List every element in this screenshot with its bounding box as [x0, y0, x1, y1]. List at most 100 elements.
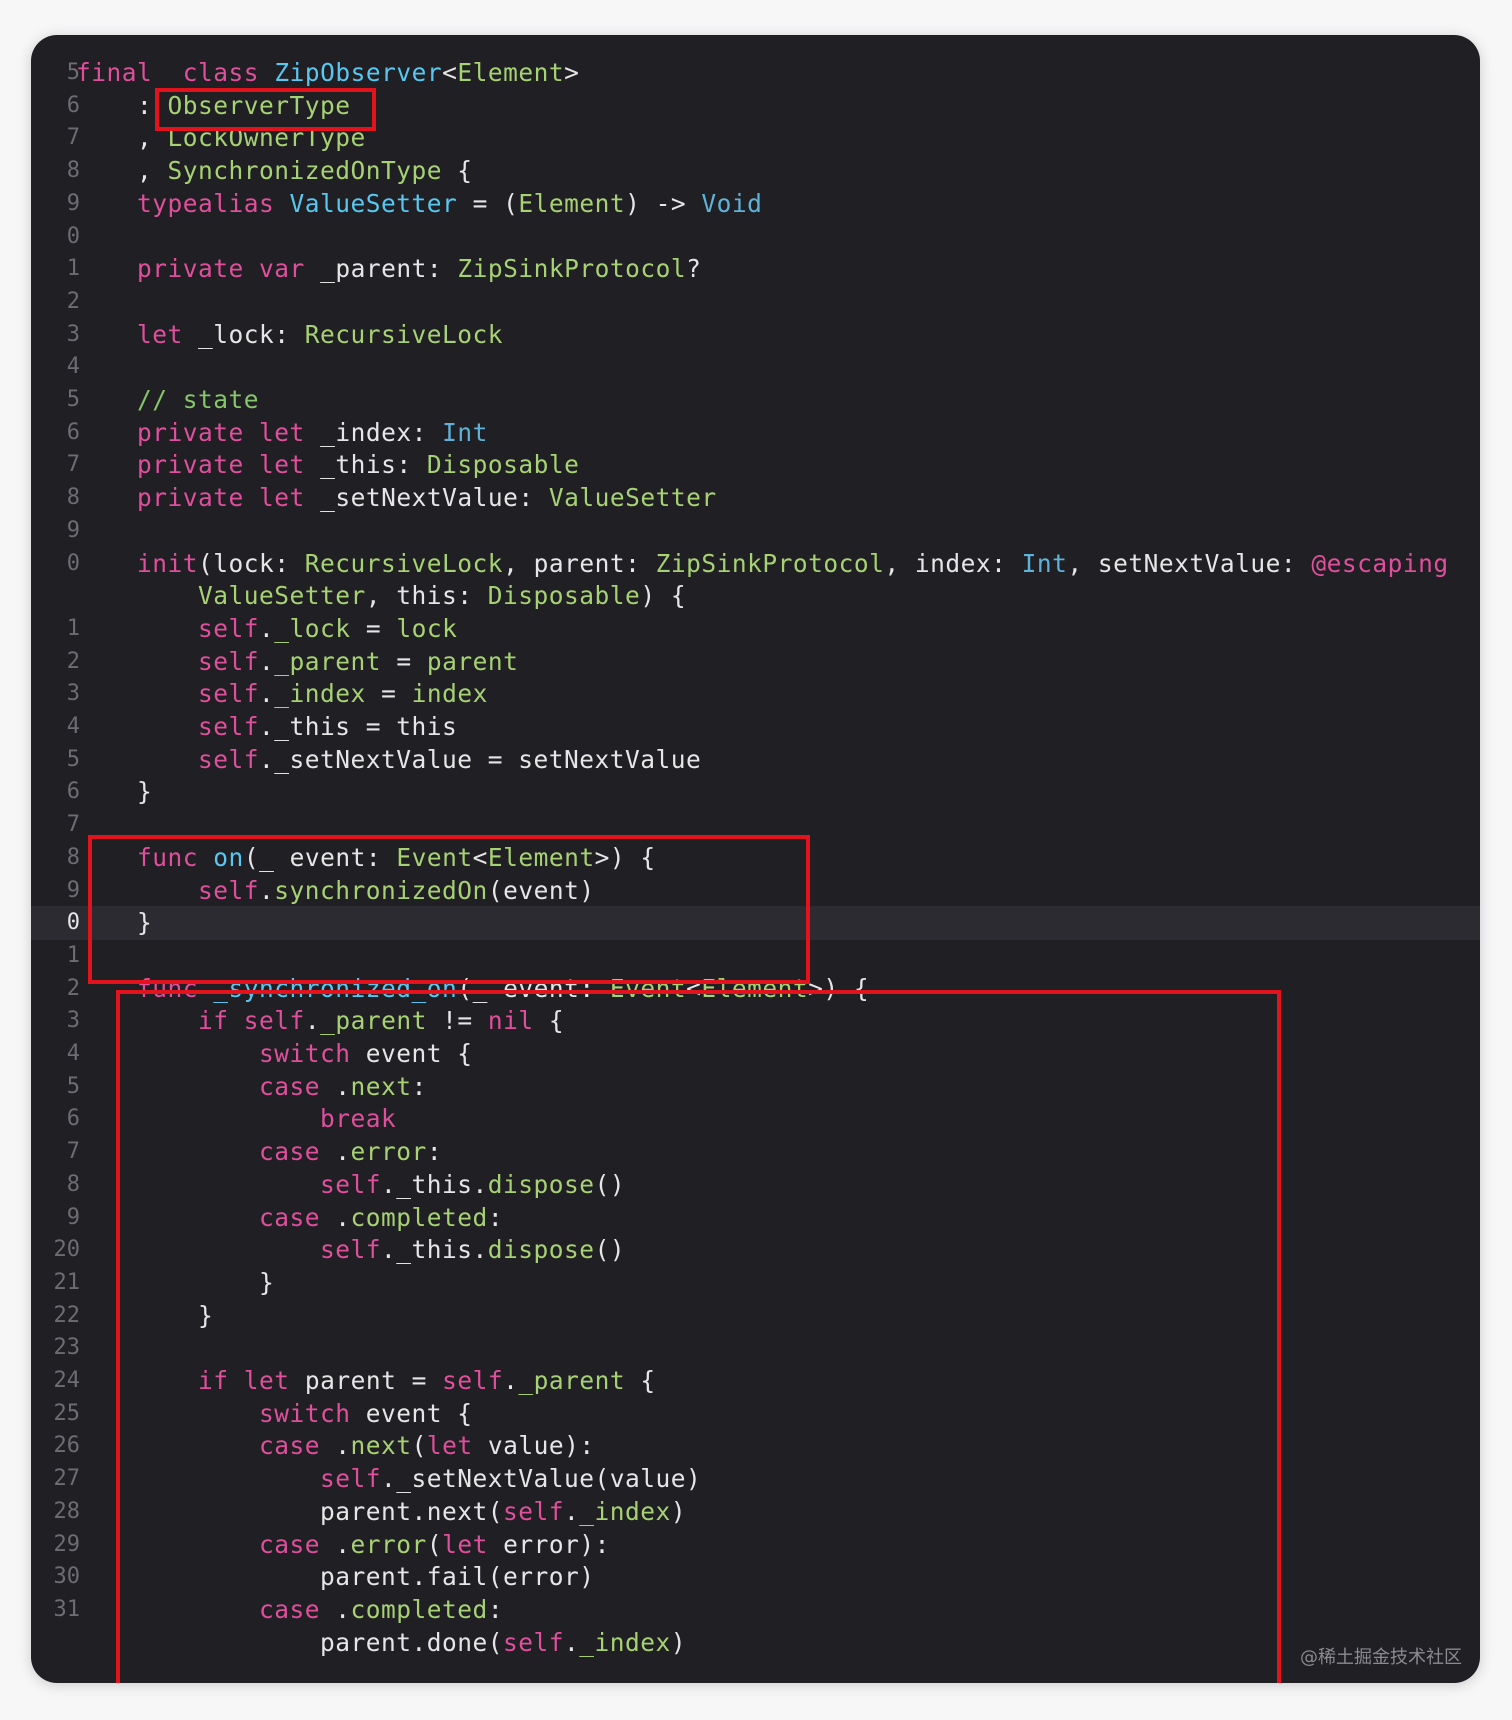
code-token: _this:: [304, 450, 427, 480]
code-line[interactable]: 5 // state: [31, 383, 1480, 417]
line-number[interactable]: 1: [31, 252, 80, 286]
code-line[interactable]: 0: [31, 220, 1480, 254]
code-token: let: [137, 319, 183, 349]
line-number[interactable]: 29: [31, 1528, 81, 1562]
code-line[interactable]: 0 init(lock: RecursiveLock, parent: ZipS…: [31, 547, 1480, 581]
code-line[interactable]: 7 private let _this: Disposable: [31, 448, 1480, 482]
code-line[interactable]: 6 }: [31, 775, 1480, 809]
code-line[interactable]: 2 self._parent = parent: [31, 645, 1480, 679]
line-number[interactable]: 5: [31, 383, 80, 417]
code-line[interactable]: 5 final class ZipObserver<Element>: [31, 56, 1480, 90]
code-token: init: [137, 548, 199, 578]
line-number[interactable]: 1: [31, 612, 80, 646]
code-line[interactable]: ValueSetter, this: Disposable) {: [31, 579, 1480, 613]
code-text: self._parent = parent: [76, 645, 518, 679]
code-line[interactable]: 8 , SynchronizedOnType {: [31, 154, 1480, 188]
code-line[interactable]: 3 self._index = index: [31, 677, 1480, 711]
line-number[interactable]: 7: [31, 121, 80, 155]
line-number[interactable]: 0: [31, 220, 80, 254]
code-line[interactable]: 4 self._this = this: [31, 710, 1480, 744]
line-number[interactable]: 7: [31, 448, 80, 482]
line-number[interactable]: 7: [31, 808, 80, 842]
code-token: index: [411, 679, 488, 709]
code-line[interactable]: 3 let _lock: RecursiveLock: [31, 318, 1480, 352]
code-token: class: [182, 58, 260, 87]
code-token: {: [442, 156, 473, 186]
line-number[interactable]: 27: [31, 1462, 81, 1496]
code-line[interactable]: 1 self._lock = lock: [31, 612, 1480, 646]
line-number[interactable]: 2: [31, 972, 80, 1006]
line-number[interactable]: 3: [31, 1004, 80, 1038]
code-token: @escaping: [1311, 548, 1449, 578]
line-number[interactable]: 28: [31, 1495, 81, 1529]
line-number[interactable]: 23: [31, 1331, 81, 1365]
line-number[interactable]: 5: [31, 743, 80, 777]
code-token: _parent:: [304, 254, 458, 284]
line-number[interactable]: 8: [31, 154, 80, 188]
code-token: ValueSetter: [548, 483, 717, 513]
line-number[interactable]: 6: [31, 416, 80, 450]
code-token: , setNextValue:: [1067, 548, 1312, 578]
line-number[interactable]: 9: [31, 514, 80, 548]
code-token: =: [381, 646, 427, 676]
line-number[interactable]: 3: [31, 318, 80, 352]
line-number[interactable]: 6: [31, 775, 80, 809]
line-number[interactable]: 6: [31, 89, 80, 123]
line-number[interactable]: 4: [31, 710, 80, 744]
line-number[interactable]: 9: [31, 874, 80, 908]
code-line[interactable]: 2: [31, 285, 1480, 319]
line-number[interactable]: 1: [31, 939, 80, 973]
code-line[interactable]: 6 private let _index: Int: [31, 416, 1480, 450]
line-number[interactable]: 5: [31, 1070, 80, 1104]
line-number[interactable]: 8: [31, 1168, 80, 1202]
code-text: let _lock: RecursiveLock: [76, 318, 503, 352]
line-number[interactable]: 5: [31, 56, 80, 90]
code-token: (lock:: [198, 548, 305, 578]
line-number[interactable]: 7: [31, 1135, 80, 1169]
line-number[interactable]: 0: [31, 547, 80, 581]
line-number[interactable]: 6: [31, 1102, 80, 1136]
line-number[interactable]: 30: [31, 1560, 81, 1594]
code-token: typealias: [137, 188, 275, 218]
code-text: self._this = this: [76, 710, 457, 744]
line-number[interactable]: 2: [31, 645, 80, 679]
code-line[interactable]: 9: [31, 514, 1480, 548]
code-token: Int: [1021, 548, 1068, 578]
line-number[interactable]: 0: [31, 906, 80, 940]
line-number[interactable]: 25: [31, 1397, 81, 1431]
code-editor[interactable]: 5 final class ZipObserver<Element> 6 : Obs…: [31, 35, 1480, 1683]
code-line[interactable]: 5 self._setNextValue = setNextValue: [31, 743, 1480, 777]
code-token: ,: [76, 123, 168, 153]
line-number[interactable]: 31: [31, 1593, 81, 1627]
line-number[interactable]: 4: [31, 1037, 80, 1071]
code-line[interactable]: 4: [31, 350, 1480, 384]
code-token: private: [137, 483, 244, 513]
line-number[interactable]: 20: [31, 1233, 81, 1267]
line-number[interactable]: 22: [31, 1299, 81, 1333]
code-token: , parent:: [503, 548, 656, 578]
line-number[interactable]: 8: [31, 481, 80, 515]
line-number[interactable]: 2: [31, 285, 80, 319]
watermark: @稀土掘金技术社区: [1300, 1647, 1462, 1668]
code-token: ,: [76, 156, 168, 186]
line-number[interactable]: 9: [31, 1201, 80, 1235]
code-line[interactable]: 1 private var _parent: ZipSinkProtocol?: [31, 252, 1480, 286]
code-line[interactable]: 9 typealias ValueSetter = (Element) -> V…: [31, 187, 1480, 221]
code-token: Int: [442, 417, 488, 447]
line-number[interactable]: 4: [31, 350, 80, 384]
line-number[interactable]: 24: [31, 1364, 81, 1398]
line-number[interactable]: 26: [31, 1429, 81, 1463]
line-number[interactable]: 9: [31, 187, 80, 221]
code-line[interactable]: 8 private let _setNextValue: ValueSetter: [31, 481, 1480, 515]
line-number[interactable]: 8: [31, 841, 80, 875]
line-number[interactable]: 3: [31, 677, 80, 711]
code-text: typealias ValueSetter = (Element) -> Voi…: [76, 187, 762, 221]
line-number[interactable]: 21: [31, 1266, 81, 1300]
code-token: Element: [457, 58, 565, 87]
